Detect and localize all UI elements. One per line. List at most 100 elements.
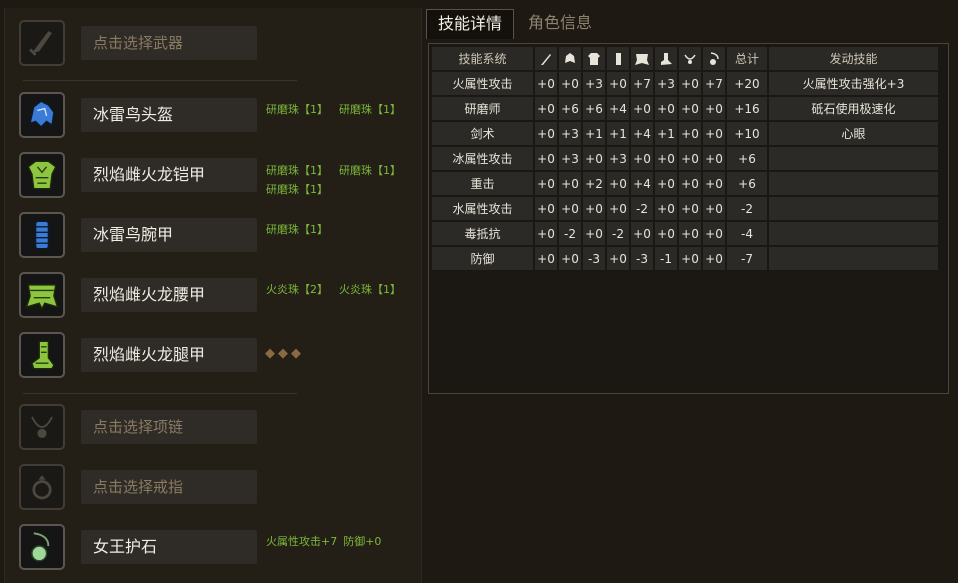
ring-slot[interactable]: 点击选择戒指 xyxy=(19,464,419,518)
head-armor-name[interactable]: 冰雷鸟头盔 xyxy=(81,98,257,132)
waist-armor-icon xyxy=(19,272,65,318)
skill-point-value: +0 xyxy=(703,222,725,245)
head-slot[interactable]: 冰雷鸟头盔 研磨珠【1】 研磨珠【1】 xyxy=(19,92,419,146)
table-row: 毒抵抗 +0 -2 +0 -2 +0 +0 +0 +0 -4 xyxy=(432,222,938,245)
leg-armor-icon xyxy=(19,332,65,378)
skill-point-value: +7 xyxy=(631,72,653,95)
talisman-skill: 火属性攻击+7 xyxy=(266,535,338,548)
skill-point-value: +0 xyxy=(703,172,725,195)
helmet-icon xyxy=(559,47,581,70)
necklace-slot[interactable]: 点击选择项链 xyxy=(19,404,419,458)
ring-icon xyxy=(19,464,65,510)
jewel: 研磨珠【1】 xyxy=(266,164,328,177)
skill-point-value: +0 xyxy=(679,197,701,220)
empty-sockets: ◆◆◆ xyxy=(265,346,304,361)
skill-detail-panel: 技能系统 总计 发动技能 火属性攻击 +0 +0 +3 +0 +7 +3 +0 +7 +20 火属性… xyxy=(428,43,949,394)
jewel: 研磨珠【1】 xyxy=(339,103,401,116)
arm-jewels: 研磨珠【1】 xyxy=(266,220,416,239)
skill-point-value: +0 xyxy=(535,172,557,195)
arms-slot[interactable]: 冰雷鸟腕甲 研磨珠【1】 xyxy=(19,212,419,266)
skill-system-name: 剑术 xyxy=(432,122,533,145)
chest-slot[interactable]: 烈焰雌火龙铠甲 研磨珠【1】 研磨珠【1】研磨珠【1】 xyxy=(19,152,419,206)
header-total: 总计 xyxy=(727,47,767,70)
skill-point-value: -2 xyxy=(631,197,653,220)
legs-slot[interactable]: 烈焰雌火龙腿甲 ◆◆◆ xyxy=(19,332,419,386)
skill-point-value: +0 xyxy=(559,247,581,270)
chest-jewels: 研磨珠【1】 研磨珠【1】研磨珠【1】 xyxy=(266,161,416,199)
skill-point-value: +0 xyxy=(679,147,701,170)
activated-skill xyxy=(769,172,938,195)
skill-total: +20 xyxy=(727,72,767,95)
skill-point-value: -2 xyxy=(607,222,629,245)
weapon-slot[interactable]: 点击选择武器 xyxy=(19,20,419,74)
skill-point-value: +1 xyxy=(583,122,605,145)
talisman-name[interactable]: 女王护石 xyxy=(81,530,257,564)
skill-point-value: +0 xyxy=(655,197,677,220)
skill-table: 技能系统 总计 发动技能 火属性攻击 +0 +0 +3 +0 +7 +3 +0 +7 +20 火属性… xyxy=(430,45,940,272)
select-necklace-button[interactable]: 点击选择项链 xyxy=(81,410,257,444)
skill-point-value: +0 xyxy=(583,147,605,170)
talisman-slot[interactable]: 女王护石 火属性攻击+7 防御+0 xyxy=(19,524,419,578)
arm-armor-name[interactable]: 冰雷鸟腕甲 xyxy=(81,218,257,252)
jewel: 火炎珠【1】 xyxy=(339,283,401,296)
skill-system-name: 防御 xyxy=(432,247,533,270)
select-ring-button[interactable]: 点击选择戒指 xyxy=(81,470,257,504)
skill-point-value: +0 xyxy=(679,247,701,270)
activated-skill: 火属性攻击强化+3 xyxy=(769,72,938,95)
necklace-icon xyxy=(19,404,65,450)
leg-armor-name[interactable]: 烈焰雌火龙腿甲 xyxy=(81,338,257,372)
skill-point-value: +3 xyxy=(559,147,581,170)
skill-point-value: +0 xyxy=(607,72,629,95)
chest-armor-name[interactable]: 烈焰雌火龙铠甲 xyxy=(81,158,257,192)
table-row: 研磨师 +0 +6 +6 +4 +0 +0 +0 +0 +16 砥石使用极速化 xyxy=(432,97,938,120)
skill-point-value: +7 xyxy=(703,72,725,95)
skill-point-value: +0 xyxy=(655,147,677,170)
skill-point-value: -2 xyxy=(559,222,581,245)
jewel: 火炎珠【2】 xyxy=(266,283,328,296)
skill-point-value: +0 xyxy=(559,72,581,95)
skill-total: +6 xyxy=(727,172,767,195)
activated-skill xyxy=(769,197,938,220)
skill-point-value: +0 xyxy=(535,72,557,95)
skill-system-name: 火属性攻击 xyxy=(432,72,533,95)
waist-slot[interactable]: 烈焰雌火龙腰甲 火炎珠【2】 火炎珠【1】 xyxy=(19,272,419,326)
activated-skill xyxy=(769,247,938,270)
skill-total: -2 xyxy=(727,197,767,220)
header-skill-system: 技能系统 xyxy=(432,47,533,70)
skill-point-value: +3 xyxy=(583,72,605,95)
skill-point-value: +4 xyxy=(631,172,653,195)
activated-skill: 心眼 xyxy=(769,122,938,145)
activated-skill xyxy=(769,147,938,170)
table-row: 冰属性攻击 +0 +3 +0 +3 +0 +0 +0 +0 +6 xyxy=(432,147,938,170)
helmet-icon xyxy=(19,92,65,138)
skill-total: -7 xyxy=(727,247,767,270)
skill-point-value: +0 xyxy=(535,222,557,245)
amulet-icon xyxy=(679,47,701,70)
skill-point-value: +0 xyxy=(679,72,701,95)
skill-point-value: +0 xyxy=(535,122,557,145)
chest-icon xyxy=(583,47,605,70)
jewel: 研磨珠【1】 xyxy=(266,103,328,116)
waist-armor-name[interactable]: 烈焰雌火龙腰甲 xyxy=(81,278,257,312)
skill-point-value: -3 xyxy=(583,247,605,270)
skill-point-value: +0 xyxy=(703,197,725,220)
jewel: 研磨珠【1】 xyxy=(266,223,328,236)
tab-character-info[interactable]: 角色信息 xyxy=(520,9,600,39)
table-row: 水属性攻击 +0 +0 +0 +0 -2 +0 +0 +0 -2 xyxy=(432,197,938,220)
skill-point-value: +0 xyxy=(679,122,701,145)
talisman-skill: 防御+0 xyxy=(343,535,382,548)
skill-point-value: +0 xyxy=(559,172,581,195)
tab-skill-details[interactable]: 技能详情 xyxy=(426,9,514,39)
skill-point-value: +0 xyxy=(655,172,677,195)
skill-point-value: +0 xyxy=(535,97,557,120)
skill-point-value: +4 xyxy=(607,97,629,120)
table-row: 火属性攻击 +0 +0 +3 +0 +7 +3 +0 +7 +20 火属性攻击强化+3 xyxy=(432,72,938,95)
select-weapon-button[interactable]: 点击选择武器 xyxy=(81,26,257,60)
weapon-icon xyxy=(535,47,557,70)
skill-point-value: +4 xyxy=(631,122,653,145)
skill-point-value: +0 xyxy=(703,122,725,145)
sword-icon xyxy=(19,20,65,66)
table-header-row: 技能系统 总计 发动技能 xyxy=(432,47,938,70)
skill-point-value: +0 xyxy=(703,97,725,120)
skill-point-value: +0 xyxy=(607,172,629,195)
